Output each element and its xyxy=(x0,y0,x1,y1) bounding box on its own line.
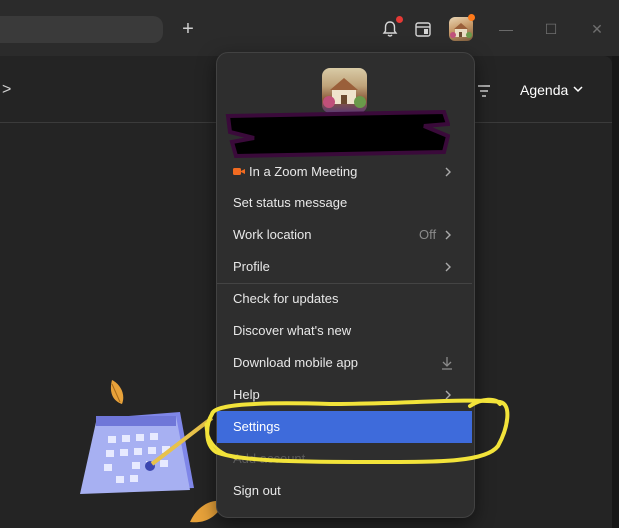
close-icon[interactable]: ✕ xyxy=(589,21,605,37)
sign-out-label: Sign out xyxy=(233,483,281,498)
window-edge xyxy=(612,56,619,528)
discover-label: Discover what's new xyxy=(233,323,352,338)
add-account-item[interactable]: Add account xyxy=(217,443,472,475)
add-account-label: Add account xyxy=(233,451,306,466)
help-label: Help xyxy=(233,387,260,402)
back-chevron-icon[interactable]: > xyxy=(2,81,11,99)
search-input[interactable] xyxy=(0,16,163,43)
check-updates-item[interactable]: Check for updates xyxy=(217,283,472,315)
download-app-item[interactable]: Download mobile app xyxy=(217,347,472,379)
profile-label: Profile xyxy=(233,259,270,274)
work-location-label: Work location xyxy=(233,227,312,242)
notification-badge xyxy=(396,16,403,23)
settings-item[interactable]: Settings xyxy=(217,411,472,443)
new-tab-button[interactable]: + xyxy=(178,18,198,40)
status-label: In a Zoom Meeting xyxy=(249,164,358,179)
status-item[interactable]: In a Zoom Meeting xyxy=(217,156,472,188)
discover-item[interactable]: Discover what's new xyxy=(217,315,472,347)
video-camera-icon xyxy=(233,168,245,175)
chevron-right-icon xyxy=(445,262,451,272)
download-app-label: Download mobile app xyxy=(233,355,359,370)
help-item[interactable]: Help xyxy=(217,379,472,411)
set-status-item[interactable]: Set status message xyxy=(217,187,472,219)
calendar-icon[interactable] xyxy=(414,20,432,38)
chevron-right-icon xyxy=(445,230,451,240)
redacted-user-info xyxy=(225,109,450,159)
calendar-illustration xyxy=(80,380,224,523)
profile-item[interactable]: Profile xyxy=(217,251,472,283)
agenda-view-button[interactable]: Agenda xyxy=(520,82,568,98)
work-location-item[interactable]: Work location Off xyxy=(217,219,472,251)
chevron-down-icon[interactable] xyxy=(572,83,584,95)
maximize-icon[interactable]: ☐ xyxy=(543,21,559,37)
minimize-icon[interactable]: — xyxy=(498,21,514,37)
settings-label: Settings xyxy=(233,419,280,434)
work-location-value: Off xyxy=(419,227,437,242)
bell-icon[interactable] xyxy=(381,20,399,38)
chevron-right-icon xyxy=(445,167,451,177)
download-icon xyxy=(442,357,452,370)
check-updates-label: Check for updates xyxy=(233,291,339,306)
set-status-label: Set status message xyxy=(233,195,348,210)
filter-icon[interactable] xyxy=(476,84,492,98)
status-badge xyxy=(468,14,475,21)
sign-out-item[interactable]: Sign out xyxy=(217,475,472,507)
chevron-right-icon xyxy=(445,390,451,400)
